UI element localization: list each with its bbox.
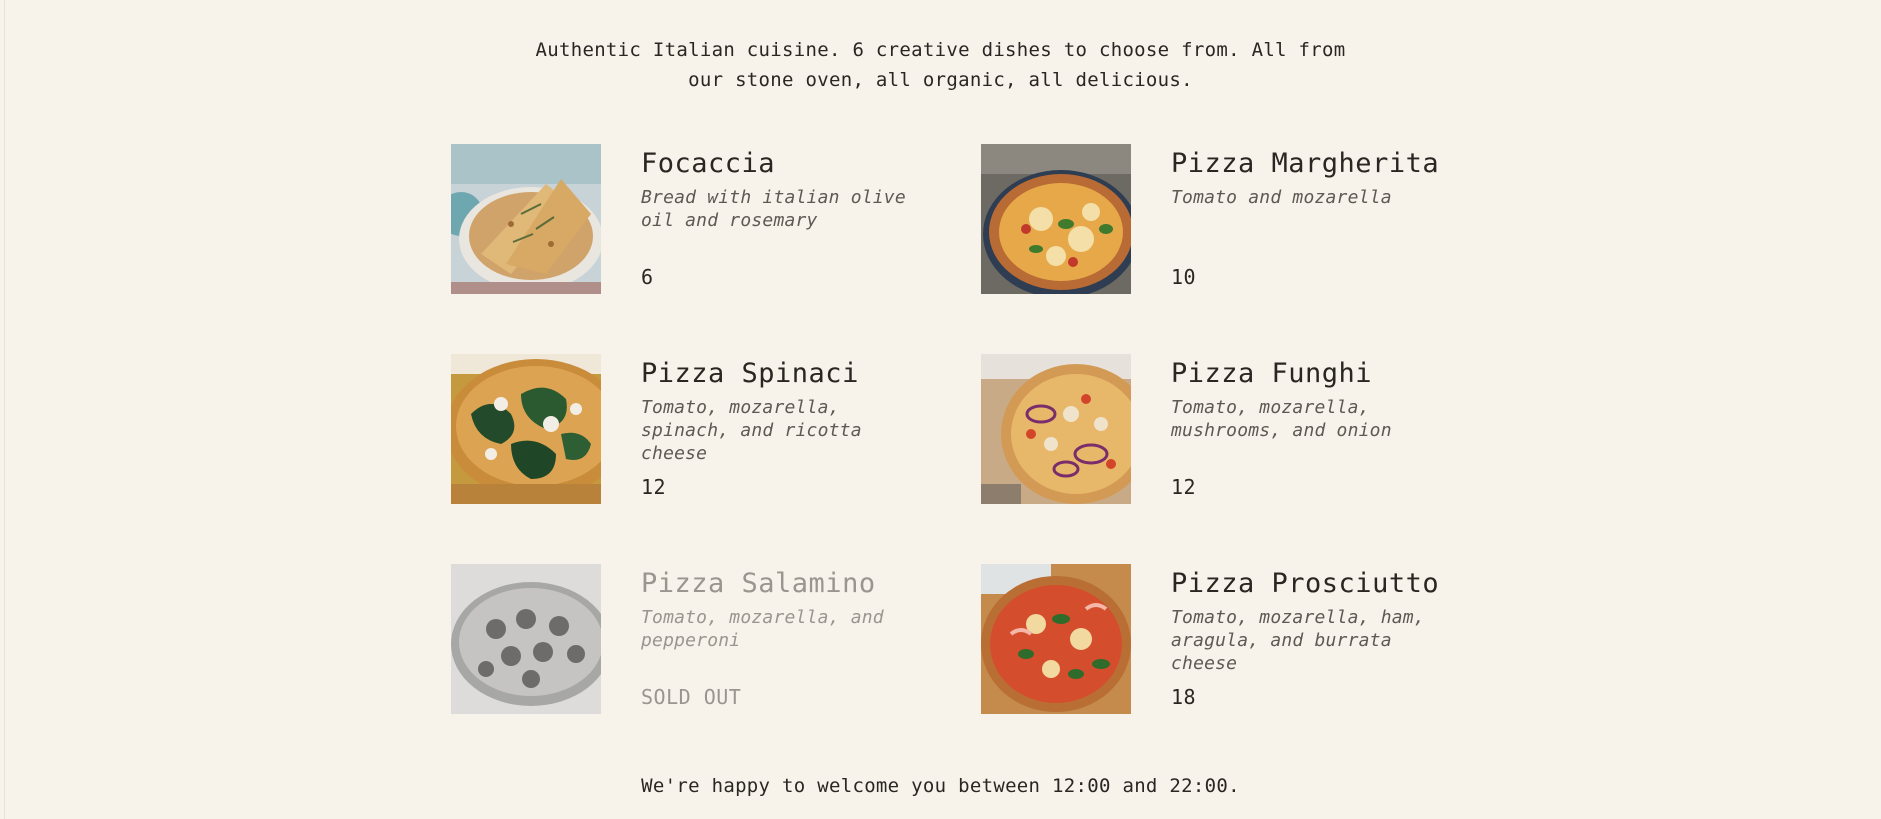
menu-item-info: Pizza Funghi Tomato, mozarella, mushroom… — [1171, 354, 1451, 506]
menu-item-info: Focaccia Bread with italian olive oil an… — [641, 144, 931, 296]
menu-item-info: Pizza Spinaci Tomato, mozarella, spinach… — [641, 354, 931, 506]
opening-hours-text: We're happy to welcome you between 12:00… — [641, 775, 1240, 797]
menu-item-price: 12 — [641, 475, 667, 499]
pizza-prosciutto-photo — [981, 564, 1131, 714]
menu-item-pizza-spinaci[interactable]: Pizza Spinaci Tomato, mozarella, spinach… — [451, 354, 981, 504]
menu-item-price: 6 — [641, 265, 654, 289]
menu-item-ingredients: Bread with italian olive oil and rosemar… — [641, 187, 906, 231]
menu-item-price: 10 — [1171, 265, 1197, 289]
pizza-menu-grid: Focaccia Bread with italian olive oil an… — [451, 144, 1451, 774]
menu-item-price: 18 — [1171, 685, 1197, 709]
menu-item-name: Pizza Prosciutto — [1171, 568, 1440, 599]
pizza-spinaci-photo — [451, 354, 601, 504]
pizza-funghi-photo — [981, 354, 1131, 504]
menu-item-focaccia[interactable]: Focaccia Bread with italian olive oil an… — [451, 144, 981, 294]
menu-item-info: Pizza Margherita Tomato and mozarella 10 — [1171, 144, 1451, 296]
menu-item-pizza-salamino[interactable]: Pizza Salamino Tomato, mozarella, and pe… — [451, 564, 981, 714]
menu-item-ingredients: Tomato and mozarella — [1171, 187, 1392, 208]
pizza-margherita-photo — [981, 144, 1131, 294]
page-edge-divider — [4, 0, 5, 819]
menu-item-pizza-prosciutto[interactable]: Pizza Prosciutto Tomato, mozarella, ham,… — [981, 564, 1451, 714]
menu-item-name: Pizza Margherita — [1171, 148, 1440, 179]
menu-item-name: Focaccia — [641, 148, 776, 179]
menu-item-name: Pizza Spinaci — [641, 358, 859, 389]
menu-item-ingredients: Tomato, mozarella, spinach, and ricotta … — [641, 397, 862, 464]
menu-item-price: 12 — [1171, 475, 1197, 499]
intro-line-1: Authentic Italian cuisine. 6 creative di… — [535, 39, 1346, 61]
menu-item-ingredients: Tomato, mozarella, and pepperoni — [641, 607, 884, 651]
menu-item-info: Pizza Salamino Tomato, mozarella, and pe… — [641, 564, 931, 716]
menu-item-pizza-margherita[interactable]: Pizza Margherita Tomato and mozarella 10 — [981, 144, 1451, 294]
pizza-salamino-photo — [451, 564, 601, 714]
menu-item-name: Pizza Salamino — [641, 568, 876, 599]
menu-item-ingredients: Tomato, mozarella, mushrooms, and onion — [1171, 397, 1392, 441]
menu-item-info: Pizza Prosciutto Tomato, mozarella, ham,… — [1171, 564, 1451, 716]
intro-line-2: our stone oven, all organic, all delicio… — [688, 69, 1193, 91]
menu-item-name: Pizza Funghi — [1171, 358, 1373, 389]
focaccia-photo — [451, 144, 601, 294]
menu-item-pizza-funghi[interactable]: Pizza Funghi Tomato, mozarella, mushroom… — [981, 354, 1451, 504]
sold-out-label: SOLD OUT — [641, 685, 742, 709]
menu-item-ingredients: Tomato, mozarella, ham, aragula, and bur… — [1171, 607, 1425, 674]
menu-intro: Authentic Italian cuisine. 6 creative di… — [0, 35, 1881, 95]
